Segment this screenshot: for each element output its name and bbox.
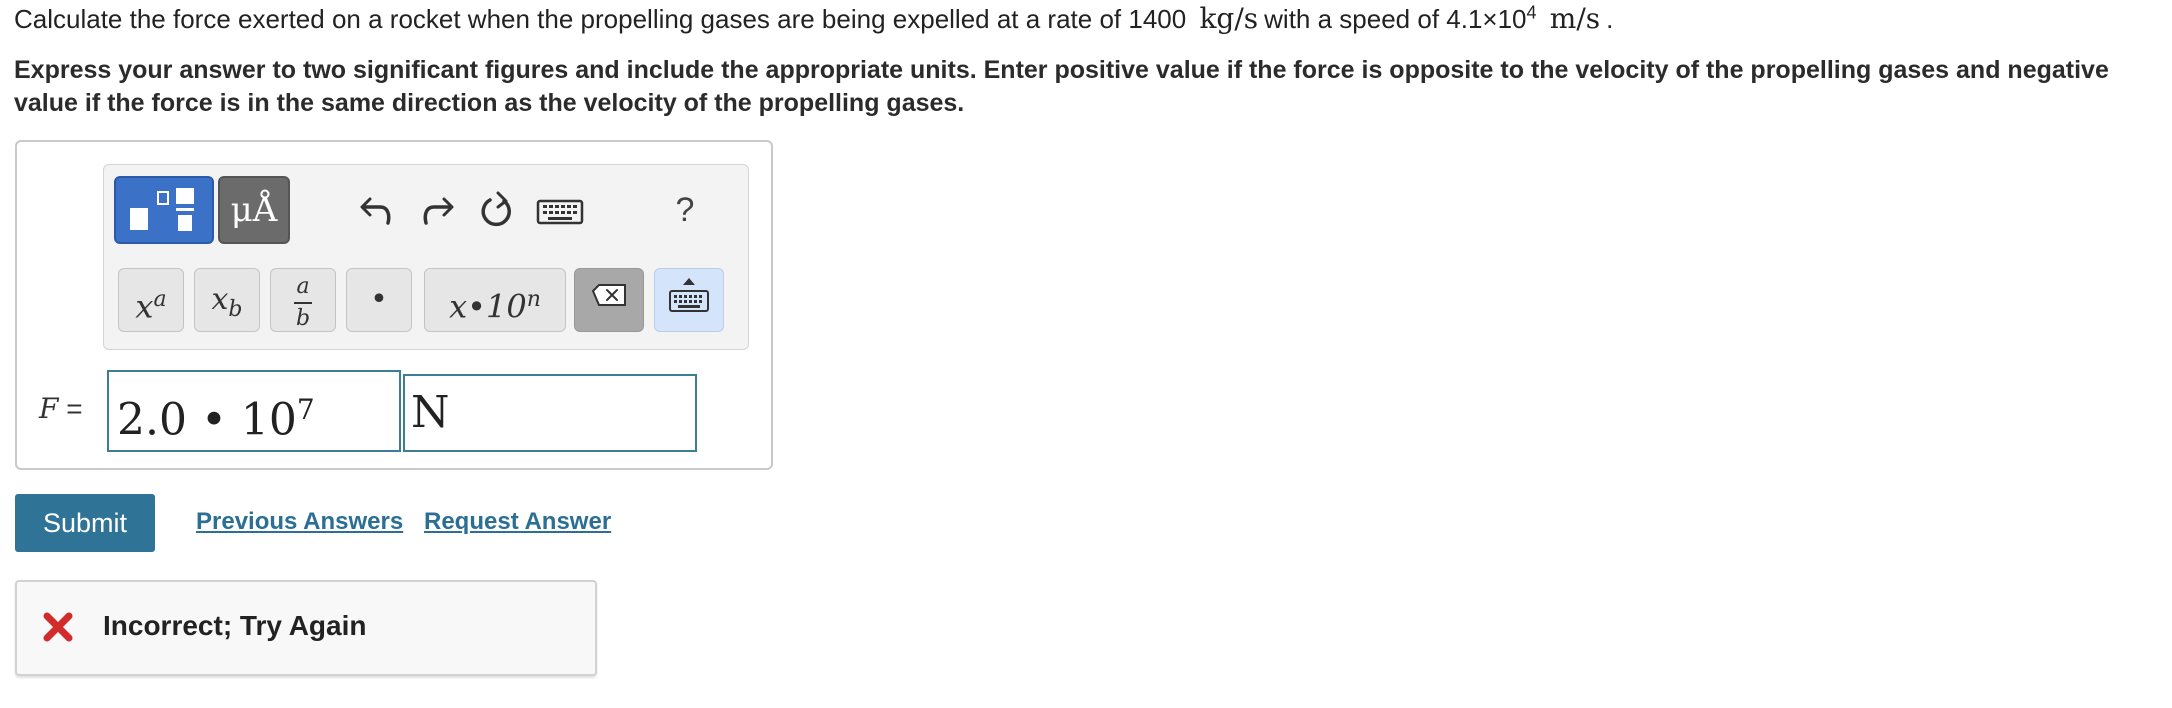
speed-unit: m/s [1549,2,1601,35]
answer-value-field[interactable]: 2.0 • 107 [107,370,401,452]
fraction-bar [294,302,312,304]
equals-sign: = [66,393,83,424]
toggle-keyboard-key[interactable] [654,268,724,332]
answer-value-mantissa: 2.0 • 10 [117,394,297,446]
feedback-box: Incorrect; Try Again [15,580,597,676]
keyboard-toggle-icon [669,278,709,312]
redo-icon[interactable] [414,189,458,233]
units-button[interactable]: μÅ [218,176,290,244]
answer-variable-label: F = [39,392,83,425]
templates-button[interactable] [114,176,214,244]
question-text-part-2: with a speed of 4.1×10 [1264,4,1527,34]
speed-exponent: 4 [1526,2,1537,23]
backspace-key[interactable] [574,268,644,332]
submit-button[interactable]: Submit [15,494,155,552]
answer-value-exponent: 7 [296,393,315,426]
reset-icon[interactable] [474,189,518,233]
subscript-key[interactable]: xb [194,268,260,332]
sci-key-label: x•10 [449,287,527,326]
superscript-key-base: x [135,287,154,326]
feedback-message: Incorrect; Try Again [103,610,367,641]
rate-unit: kg/s [1199,2,1259,35]
request-answer-link[interactable]: Request Answer [424,508,611,536]
fraction-key[interactable]: a b [270,268,336,332]
fraction-key-numerator: a [296,274,310,299]
answer-instructions: Express your answer to two significant f… [14,56,2109,117]
variable-symbol: F [39,392,59,425]
sci-key-exp: n [526,287,541,312]
incorrect-x-icon [43,612,73,642]
superscript-key[interactable]: xa [118,268,184,332]
backspace-icon [591,284,626,306]
multiply-dot-key[interactable]: • [346,268,412,332]
previous-answers-link[interactable]: Previous Answers [196,508,403,536]
keyboard-icon[interactable] [534,189,586,233]
question-text-part-1: Calculate the force exerted on a rocket … [14,4,1187,34]
help-button[interactable]: ? [670,185,700,235]
problem-page: Calculate the force exerted on a rocket … [0,0,2172,708]
undo-icon[interactable] [356,189,400,233]
math-toolbar: μÅ ? xa xb a b • x•10n [103,164,749,350]
subscript-key-base: x [211,282,229,317]
scientific-notation-key[interactable]: x•10n [424,268,566,332]
superscript-key-exp: a [153,287,167,312]
templates-icon [130,188,194,231]
answer-unit-field[interactable]: N [403,374,697,452]
question-text: Calculate the force exerted on a rocket … [14,2,1613,36]
fraction-key-denominator: b [295,305,311,331]
question-text-period: . [1606,4,1614,34]
subscript-key-index: b [228,297,243,322]
answer-box: μÅ ? xa xb a b • x•10n F = 2.0 • 107 N [15,140,773,470]
